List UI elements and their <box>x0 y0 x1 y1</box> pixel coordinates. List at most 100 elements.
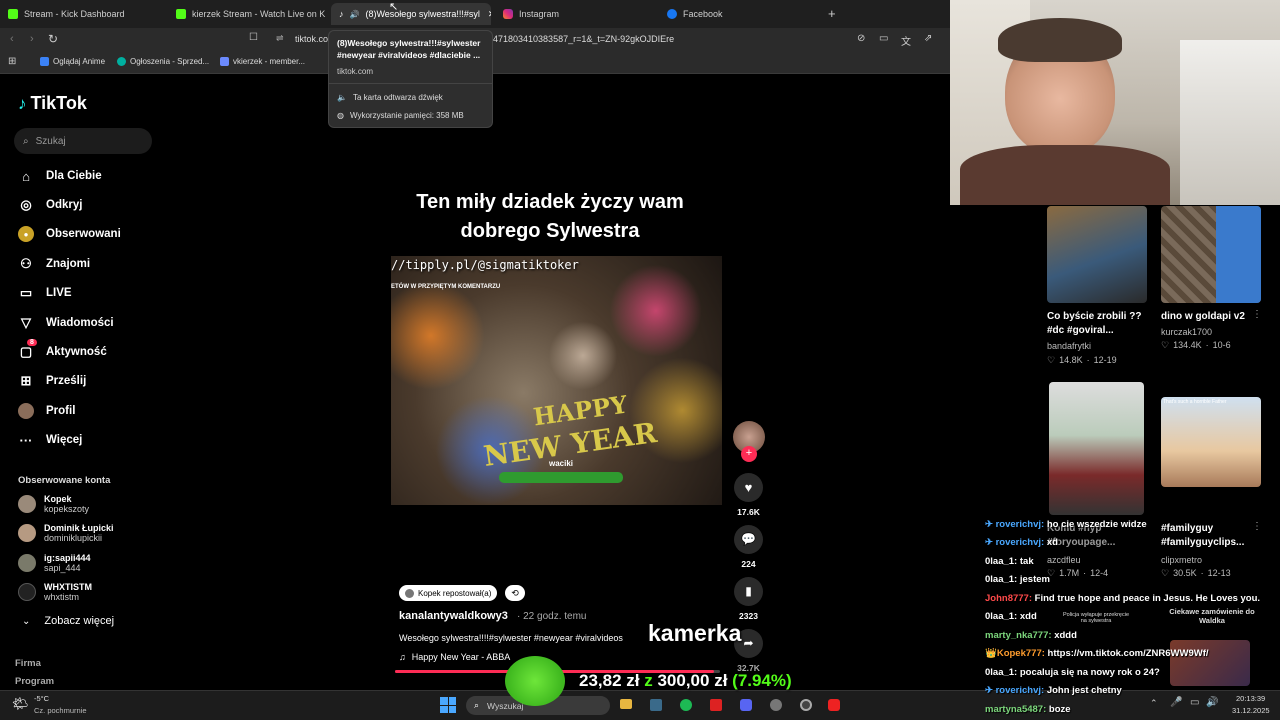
nav-dla-ciebie[interactable]: ⌂ Dla Ciebie <box>18 168 102 184</box>
repost-badge[interactable]: Kopek repostował(a) <box>399 585 498 601</box>
windows-start-icon[interactable] <box>440 697 456 713</box>
tab-label: Stream - Kick Dashboard <box>24 9 125 19</box>
translate-icon[interactable]: 文 <box>901 33 911 48</box>
bookmark-icon[interactable]: ☐ <box>249 32 258 43</box>
account-name: WHXTISTM <box>44 582 92 592</box>
search-icon: ⌕ <box>23 135 29 147</box>
facebook-favicon-icon <box>667 9 677 19</box>
chat-user: 0laa_1: <box>985 667 1018 678</box>
close-tab-icon[interactable]: ✕ <box>488 9 491 20</box>
avatar <box>18 583 36 601</box>
bookmark-vkierzek[interactable]: vkierzek - member... <box>220 57 305 66</box>
reco-title[interactable]: #familyguy #familyguyclips... <box>1161 522 1256 550</box>
file-explorer-icon[interactable] <box>620 699 632 709</box>
bookmark-anime[interactable]: Oglądaj Anime <box>40 57 105 66</box>
nav-obserwowani[interactable]: ● Obserwowani <box>18 226 121 242</box>
weather-temp[interactable]: -5°C <box>34 694 49 703</box>
search-input[interactable]: ⌕ Szukaj <box>14 128 152 154</box>
followed-account-whxtistm[interactable]: WHXTISTM whxtistm <box>18 582 92 602</box>
chat-user: roverichvj: <box>995 537 1045 548</box>
weather-icon[interactable]: 🌤 <box>12 696 29 712</box>
volume-icon[interactable]: 🔊 <box>1206 697 1218 708</box>
webcam-overlay <box>950 0 1280 205</box>
heart-outline-icon: ♡ <box>1047 355 1056 365</box>
nav-przeslij[interactable]: ⊞ Prześlij <box>18 373 87 389</box>
followed-account-kopek[interactable]: Kopek kopekszoty <box>18 494 89 514</box>
nav-live[interactable]: ▭ LIVE <box>18 285 72 301</box>
bookmark-ogloszenia[interactable]: Ogłoszenia - Sprzed... <box>117 57 209 66</box>
video-author[interactable]: kanalantywaldkowy3 <box>399 610 508 622</box>
reco-title[interactable]: Co byście zrobili ??#dc #goviral... <box>1047 310 1142 338</box>
nav-profil[interactable]: Profil <box>18 403 75 419</box>
video-music[interactable]: ♫ Happy New Year - ABBA <box>399 652 510 662</box>
reco-thumbnail[interactable]: That's such a horrible Father <box>1161 397 1261 487</box>
live-icon: ▭ <box>19 285 33 300</box>
hover-card-memory: ◍ Wykorzystanie pamięci: 358 MB <box>337 111 464 120</box>
speaker-icon: 🔈 <box>337 93 347 102</box>
save-bookmark-icon[interactable]: ▮ <box>734 577 763 606</box>
more-options-icon[interactable]: ⋮ <box>1252 309 1262 320</box>
taskbar-app-icon[interactable] <box>710 699 722 711</box>
tab-tiktok[interactable]: ♪ 🔊 (8)Wesołego sylwestra!!!#syl ✕ <box>331 3 491 25</box>
taskbar-app-icon[interactable] <box>770 699 782 711</box>
apps-grid-icon[interactable]: ⊞ <box>8 56 16 67</box>
share-icon[interactable]: ⇗ <box>924 33 932 44</box>
network-icon[interactable]: ▭ <box>1190 697 1199 708</box>
video-player[interactable]: //tipply.pl/@sigmatiktoker ETÓW W PRZYPI… <box>391 256 722 505</box>
forward-icon[interactable]: › <box>30 33 34 45</box>
repost-icon[interactable]: ⟲ <box>505 585 525 601</box>
reco-user[interactable]: azcdfleu <box>1047 555 1081 565</box>
mute-icon[interactable]: ⊘ <box>857 33 865 44</box>
tab-kick-stream[interactable]: kierzek Stream - Watch Live on K <box>168 3 330 25</box>
tray-overflow-icon[interactable]: ⌃ <box>1150 698 1158 709</box>
see-more-button[interactable]: ⌄ Zobacz więcej <box>22 615 114 627</box>
music-label: Happy New Year - ABBA <box>411 652 511 662</box>
footer-firma[interactable]: Firma <box>15 658 41 669</box>
obs-icon[interactable] <box>800 699 812 711</box>
tab-kick-dashboard[interactable]: Stream - Kick Dashboard <box>0 3 168 25</box>
microphone-icon[interactable]: 🎤 <box>1170 697 1182 708</box>
reco-thumbnail[interactable] <box>1161 206 1261 303</box>
new-tab-button[interactable]: + <box>828 6 836 21</box>
reco-thumbnail[interactable] <box>1047 206 1147 303</box>
tab-label: Instagram <box>519 9 560 19</box>
comment-icon[interactable]: 💬 <box>734 525 763 554</box>
reco-user[interactable]: clipxmetro <box>1161 555 1202 565</box>
footer-program[interactable]: Program <box>15 676 54 687</box>
back-icon[interactable]: ‹ <box>10 33 14 45</box>
clock-time[interactable]: 20:13:39 <box>1236 694 1265 703</box>
tab-instagram[interactable]: Instagram <box>495 3 655 25</box>
chat-text[interactable]: https://vm.tiktok.com/ZNR6WW9Wf/ <box>1048 648 1209 659</box>
speaker-icon[interactable]: 🔊 <box>350 10 360 19</box>
follow-plus-icon[interactable]: + <box>741 446 757 462</box>
reco-user[interactable]: kurczak1700 <box>1161 327 1212 337</box>
like-heart-icon[interactable]: ♥ <box>734 473 763 502</box>
nav-wiadomosci[interactable]: ▽ Wiadomości <box>18 315 114 331</box>
nav-odkryj[interactable]: ◎ Odkryj <box>18 197 82 213</box>
reco-stats: ♡ 14.8K · 12-19 <box>1047 355 1117 365</box>
url-field[interactable]: tiktok.co <box>295 34 328 44</box>
reload-icon[interactable]: ↻ <box>48 32 58 46</box>
youtube-icon[interactable] <box>828 699 840 711</box>
spotify-icon[interactable] <box>680 699 692 711</box>
kamerka-label: kamerka <box>648 620 742 646</box>
followed-account-dominik[interactable]: Dominik Łupicki dominiklupickii <box>18 523 114 543</box>
search-icon: ⌕ <box>474 700 480 710</box>
reco-thumbnail[interactable] <box>1170 640 1250 686</box>
like-count: 17.6K <box>737 507 760 517</box>
nav-aktywnosc[interactable]: ▢ 8 Aktywność <box>18 339 107 360</box>
discord-icon[interactable] <box>740 699 752 711</box>
taskbar-app-icon[interactable] <box>650 699 662 711</box>
account-handle: sapi_444 <box>44 563 81 573</box>
nav-wiecej[interactable]: ··· Więcej <box>18 432 83 448</box>
reco-title[interactable]: dino w goldapi v2 <box>1161 310 1251 324</box>
site-info-icon[interactable]: ⇌ <box>276 33 284 44</box>
reco-thumbnail[interactable] <box>1049 382 1144 515</box>
nav-znajomi[interactable]: ⚇ Znajomi <box>18 256 90 272</box>
reco-user[interactable]: bandafrytki <box>1047 341 1091 351</box>
heart-outline-icon: ♡ <box>1161 568 1170 578</box>
tiktok-logo[interactable]: ♪ TikTok <box>18 93 87 114</box>
followed-account-sapii[interactable]: ig:sapii444 sapi_444 <box>18 553 91 573</box>
tab-facebook[interactable]: Facebook <box>659 3 819 25</box>
screenshot-icon[interactable]: ▭ <box>879 33 888 44</box>
